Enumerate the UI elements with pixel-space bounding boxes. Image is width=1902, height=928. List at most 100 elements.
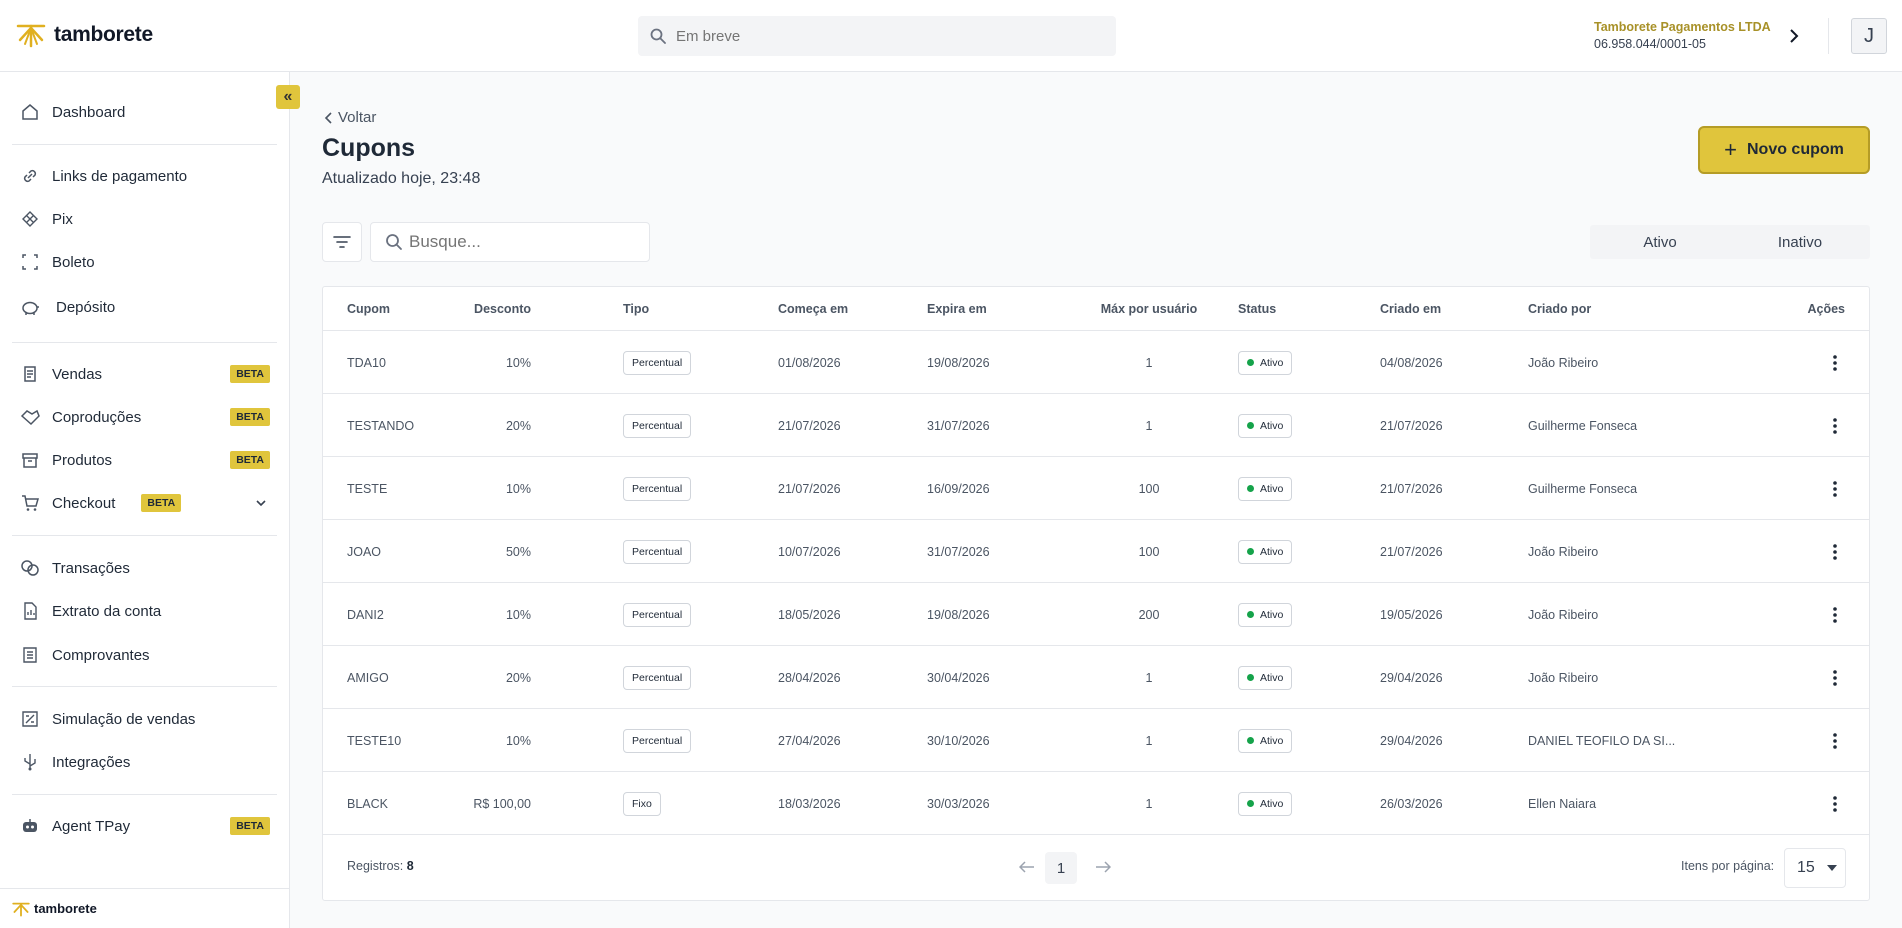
cell-cupom: TESTE10 xyxy=(347,733,402,748)
sidebar-item-boleto[interactable]: Boleto xyxy=(20,247,270,277)
sidebar-item-simulacao[interactable]: Simulação de vendas xyxy=(20,704,270,734)
column-header: Expira em xyxy=(927,302,987,316)
type-chip: Fixo xyxy=(623,791,661,816)
cell-tipo: Percentual xyxy=(623,709,753,772)
toggle-ativo[interactable]: Ativo xyxy=(1590,225,1730,259)
list-icon xyxy=(20,645,40,665)
table-row[interactable]: BLACK R$ 100,00 Fixo 18/03/2026 30/03/2026 1 A… xyxy=(323,771,1869,834)
sidebar-item-agent[interactable]: Agent TPay BETA xyxy=(20,811,270,841)
more-vertical-icon[interactable] xyxy=(1825,605,1845,625)
cell-inicio: 21/07/2026 xyxy=(778,481,841,496)
sidebar: Dashboard Links de pagamento Pix Boleto … xyxy=(0,72,290,928)
table-row[interactable]: JOAO 50% Percentual 10/07/2026 31/07/2026 100… xyxy=(323,519,1869,582)
coupon-search[interactable] xyxy=(370,222,650,262)
column-header: Ações xyxy=(1807,302,1845,316)
items-per-page-select[interactable]: 15 xyxy=(1784,848,1846,888)
table-row[interactable]: DANI2 10% Percentual 18/05/2026 19/08/2026 20… xyxy=(323,582,1869,645)
cell-status: Ativo xyxy=(1238,457,1358,520)
cell-inicio: 01/08/2026 xyxy=(778,355,841,370)
sidebar-item-coproducoes[interactable]: Coproduções BETA xyxy=(20,402,270,432)
table-row[interactable]: TESTANDO 20% Percentual 21/07/2026 31/07/202… xyxy=(323,393,1869,456)
cell-status: Ativo xyxy=(1238,583,1358,646)
cell-tipo: Percentual xyxy=(623,457,753,520)
cell-desconto: 20% xyxy=(505,418,531,433)
table-row[interactable]: TESTE 10% Percentual 21/07/2026 16/09/2026 10… xyxy=(323,456,1869,519)
link-icon xyxy=(20,166,40,186)
more-vertical-icon[interactable] xyxy=(1825,794,1845,814)
current-page[interactable]: 1 xyxy=(1045,852,1077,884)
new-coupon-button[interactable]: + Novo cupom xyxy=(1698,126,1870,174)
column-header: Máx por usuário xyxy=(1100,302,1198,316)
status-text: Ativo xyxy=(1260,419,1284,432)
cell-tipo: Percentual xyxy=(623,583,753,646)
calculator-icon xyxy=(20,709,40,729)
global-search-input[interactable] xyxy=(676,27,1076,45)
sidebar-item-integracoes[interactable]: Integrações xyxy=(20,747,270,777)
sidebar-separator xyxy=(12,535,277,536)
status-dot-icon xyxy=(1247,485,1254,492)
sidebar-item-dashboard[interactable]: Dashboard xyxy=(20,97,270,127)
collapse-sidebar-button[interactable]: « xyxy=(276,85,300,109)
cell-inicio: 27/04/2026 xyxy=(778,733,841,748)
cell-inicio: 28/04/2026 xyxy=(778,670,841,685)
cell-cupom: TDA10 xyxy=(347,355,386,370)
status-text: Ativo xyxy=(1260,671,1284,684)
box-icon xyxy=(20,450,40,470)
cell-cupom: BLACK xyxy=(347,796,388,811)
column-header: Tipo xyxy=(623,302,650,316)
sidebar-item-checkout[interactable]: Checkout BETA xyxy=(20,488,270,518)
sidebar-item-comprovantes[interactable]: Comprovantes xyxy=(20,640,270,670)
table-row[interactable]: TESTE10 10% Percentual 27/04/2026 30/10/2026… xyxy=(323,708,1869,771)
cell-actions xyxy=(1545,583,1845,646)
cell-criado: 19/05/2026 xyxy=(1380,607,1443,622)
more-vertical-icon[interactable] xyxy=(1825,479,1845,499)
table-row[interactable]: AMIGO 20% Percentual 28/04/2026 30/04/2026 1 A… xyxy=(323,645,1869,708)
cell-cupom: AMIGO xyxy=(347,670,389,685)
sidebar-item-extrato[interactable]: Extrato da conta xyxy=(20,596,270,626)
cell-max: 1 xyxy=(1145,733,1153,748)
company-switcher[interactable]: Tamborete Pagamentos LTDA 06.958.044/000… xyxy=(1594,20,1771,51)
table-row[interactable]: TDA10 10% Percentual 01/08/2026 19/08/2026 1 A… xyxy=(323,330,1869,393)
cell-status: Ativo xyxy=(1238,646,1358,709)
toggle-inativo[interactable]: Inativo xyxy=(1730,225,1870,259)
arrow-right-icon[interactable] xyxy=(1093,857,1113,877)
chevron-down-icon[interactable] xyxy=(256,496,266,510)
avatar[interactable]: J xyxy=(1851,18,1887,54)
cell-tipo: Percentual xyxy=(623,520,753,583)
cell-desconto: 10% xyxy=(505,355,531,370)
barcode-icon xyxy=(20,252,40,272)
more-vertical-icon[interactable] xyxy=(1825,542,1845,562)
sidebar-item-produtos[interactable]: Produtos BETA xyxy=(20,445,270,475)
global-search[interactable] xyxy=(638,16,1116,56)
status-dot-icon xyxy=(1247,611,1254,618)
back-link[interactable]: Voltar xyxy=(324,109,376,126)
sidebar-item-links[interactable]: Links de pagamento xyxy=(20,161,270,191)
brand-logo[interactable]: tamborete xyxy=(16,22,153,48)
sidebar-separator xyxy=(12,342,277,343)
filter-button[interactable] xyxy=(322,222,362,262)
arrow-left-icon[interactable] xyxy=(1017,857,1037,877)
sidebar-separator xyxy=(12,686,277,687)
sidebar-item-pix[interactable]: Pix xyxy=(20,204,270,234)
more-vertical-icon[interactable] xyxy=(1825,731,1845,751)
home-icon xyxy=(20,102,40,122)
status-badge: Ativo xyxy=(1238,413,1293,438)
company-document: 06.958.044/0001-05 xyxy=(1594,37,1706,51)
chevron-right-icon[interactable] xyxy=(1784,24,1804,48)
logo-text: tamborete xyxy=(54,23,153,46)
more-vertical-icon[interactable] xyxy=(1825,353,1845,373)
coupon-search-input[interactable] xyxy=(409,232,639,252)
cell-criado: 21/07/2026 xyxy=(1380,544,1443,559)
column-header: Status xyxy=(1238,302,1277,316)
robot-icon xyxy=(20,816,40,836)
sidebar-item-vendas[interactable]: Vendas BETA xyxy=(20,359,270,389)
more-vertical-icon[interactable] xyxy=(1825,668,1845,688)
cell-desconto: 10% xyxy=(505,733,531,748)
cell-desconto: 50% xyxy=(505,544,531,559)
sidebar-item-transacoes[interactable]: Transações xyxy=(20,553,270,583)
handshake-icon xyxy=(20,407,40,427)
sidebar-item-deposito[interactable]: Depósito xyxy=(20,292,270,322)
status-badge: Ativo xyxy=(1238,476,1293,501)
cell-inicio: 21/07/2026 xyxy=(778,418,841,433)
more-vertical-icon[interactable] xyxy=(1825,416,1845,436)
